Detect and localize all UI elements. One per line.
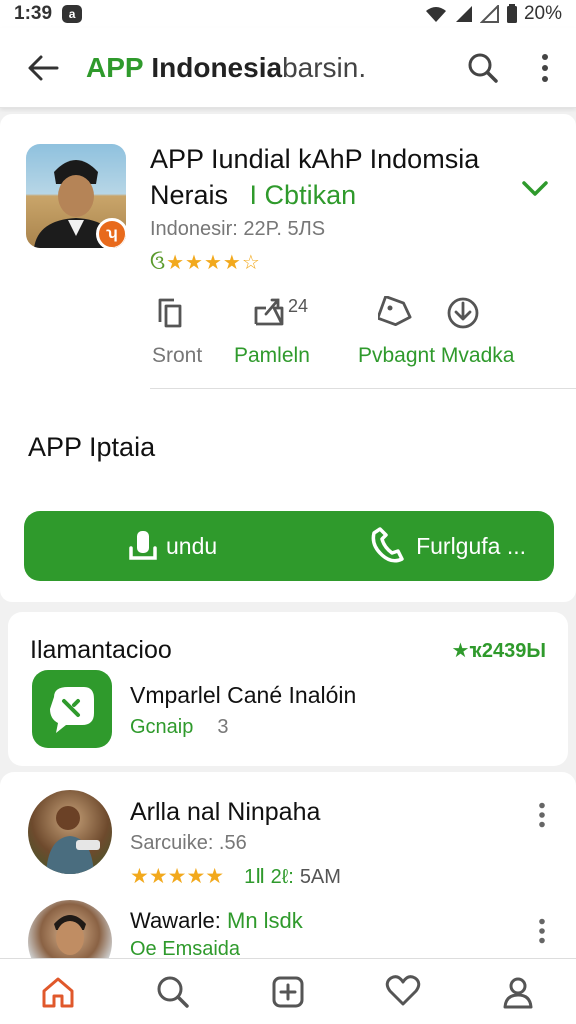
review-subtitle: Sarcuike: .56 <box>130 832 247 854</box>
search-icon <box>157 976 189 1008</box>
nav-add[interactable] <box>230 959 345 1024</box>
review-author-tag: Mn lsdk <box>227 908 303 933</box>
download-circle-icon <box>447 297 479 329</box>
page-title: APP Indonesiabarsin. <box>86 52 452 84</box>
primary-action-bar: undu Furlgufa ... <box>24 511 554 581</box>
kebab-menu-icon <box>542 53 548 82</box>
status-icons: 20% <box>424 3 562 25</box>
chat-bubble-icon <box>50 687 94 733</box>
app-title: APP Iundial kAhP Indomsia <box>150 144 480 174</box>
chevron-down-icon <box>522 181 548 196</box>
nav-home[interactable] <box>0 959 115 1024</box>
signal-icon <box>455 6 472 22</box>
developer-name: Nerais <box>150 180 229 210</box>
related-app-name: Vmparlel Cané Inalóin <box>130 682 357 708</box>
phone-icon <box>371 527 404 563</box>
call-label: Furlgufa ... <box>416 532 526 559</box>
review-time: 5AM <box>299 866 341 888</box>
download-button[interactable]: undu <box>128 528 217 564</box>
wifi-icon <box>425 7 446 22</box>
review-more-button[interactable] <box>538 918 546 949</box>
review-author: Arlla nal Ninpaha <box>130 798 321 826</box>
review-more-button[interactable] <box>538 802 546 833</box>
person-avatar-icon <box>46 806 100 874</box>
more-options-button[interactable] <box>514 53 576 83</box>
review-stars: ★★★★★ <box>130 865 225 888</box>
actions-row: Sront 24 Pamleln Pvbagnt Mvadka <box>150 292 576 390</box>
related-title: Ilamantacioo <box>30 636 172 664</box>
nav-search[interactable] <box>115 959 230 1024</box>
battery-percent: 20% <box>523 3 562 24</box>
action-sront-label: Sront <box>152 344 203 367</box>
back-arrow-icon <box>28 55 59 80</box>
call-button[interactable]: Furlgufa ... <box>368 527 526 565</box>
reviews-card: Arlla nal Ninpaha Sarcuike: .56 ★★★★★ 1Ⅱ … <box>0 772 576 984</box>
actions-divider <box>150 388 576 389</box>
section-title: APP Iptaia <box>28 432 156 462</box>
app-bar: APP Indonesiabarsin. <box>0 28 576 108</box>
related-app-category: Gcnaip <box>130 716 194 738</box>
app-detail-card: ʮ APP Iundial kAhP Indomsia Nerais I Cbt… <box>0 114 576 602</box>
review-rating: ★★★★★ 1Ⅱ 2ℓ: 5AM <box>130 864 341 889</box>
expand-button[interactable] <box>520 178 550 203</box>
related-rating: ★ҡ2439Ы <box>451 640 546 662</box>
nav-profile[interactable] <box>461 959 576 1024</box>
title-brand: APP <box>86 51 144 83</box>
rating-prefix-icon: ઉ <box>150 252 167 274</box>
signal-secondary-icon <box>479 5 499 23</box>
action-pvbagnt-label: Pvbagnt Mvadka <box>358 344 515 367</box>
back-button[interactable] <box>0 54 86 82</box>
notification-icon: a <box>62 5 83 23</box>
kebab-menu-icon <box>539 802 545 828</box>
status-bar: 1:39 a 20% <box>0 0 576 28</box>
download-icon <box>129 531 157 560</box>
action-pamleln-label: Pamleln <box>234 344 310 367</box>
app-rating: ઉ★★★★☆ <box>150 250 261 275</box>
user-icon <box>503 977 533 1009</box>
battery-icon <box>506 4 517 23</box>
related-app-icon <box>32 670 112 748</box>
app-developer: Nerais I Cbtikan <box>150 180 356 211</box>
status-time: 1:39 <box>14 3 53 24</box>
share-count: 24 <box>288 296 309 316</box>
download-label: undu <box>166 532 218 559</box>
search-button[interactable] <box>452 52 514 84</box>
avatar <box>28 790 112 874</box>
rating-stars: ★★★★ <box>166 252 242 274</box>
home-icon <box>42 977 74 1008</box>
review-author-name: Wawarle: <box>130 908 221 933</box>
search-icon <box>468 53 498 83</box>
nav-favorites[interactable] <box>346 959 461 1024</box>
bottom-navigation <box>0 958 576 1024</box>
title-main: Indonesia <box>151 51 283 83</box>
share-icon <box>254 298 284 326</box>
related-app-count: 3 <box>217 716 229 738</box>
related-app-sub: Gcnaip 3 <box>130 716 229 739</box>
rating-empty-star: ☆ <box>241 252 261 274</box>
title-tail: barsin. <box>282 51 367 83</box>
app-badge: ʮ <box>96 218 126 248</box>
app-icon: ʮ <box>26 144 126 248</box>
copy-icon <box>158 298 182 328</box>
add-square-icon <box>272 976 304 1008</box>
app-meta: Indonesir: 22P. 5ЛS <box>150 218 326 240</box>
kebab-menu-icon <box>539 918 545 944</box>
review-date: 1Ⅱ 2ℓ: <box>244 866 294 888</box>
review-author: Wawarle: Mn lsdk <box>130 908 303 934</box>
related-app-card[interactable]: Ilamantacioo ★ҡ2439Ы Vmparlel Cané Inaló… <box>8 612 568 766</box>
developer-link[interactable]: I Cbtikan <box>250 180 357 210</box>
heart-icon <box>385 975 421 1006</box>
tag-icon <box>378 296 412 327</box>
